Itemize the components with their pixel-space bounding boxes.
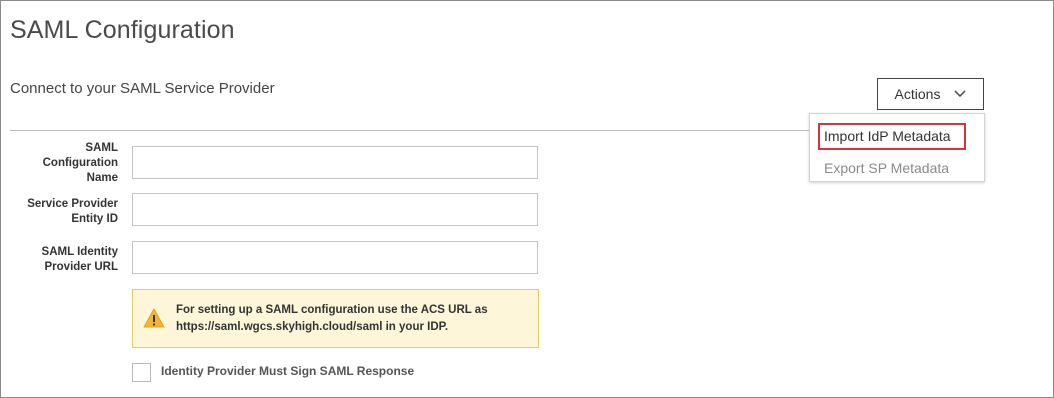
chevron-down-icon [954,90,966,98]
actions-button-label: Actions [894,86,941,102]
must-sign-saml-response-checkbox[interactable] [132,363,151,382]
saml-identity-provider-url-label: SAML Identity Provider URL [41,246,118,273]
saml-identity-provider-url-input[interactable] [132,241,538,274]
warning-icon [143,308,165,333]
section-subtitle: Connect to your SAML Service Provider [10,80,275,97]
menu-item-import-idp-metadata[interactable]: Import IdP Metadata [810,122,984,152]
saml-configuration-name-input[interactable] [132,146,538,179]
actions-button[interactable]: Actions [877,78,984,110]
service-provider-entity-id-input[interactable] [132,193,538,226]
menu-item-export-sp-metadata[interactable]: Export SP Metadata [810,156,984,180]
must-sign-saml-response-label: Identity Provider Must Sign SAML Respons… [161,364,415,378]
menu-item-label: Import IdP Metadata [824,128,951,144]
alert-message: For setting up a SAML configuration use … [176,304,488,333]
service-provider-entity-id-label: Service Provider Entity ID [27,198,118,225]
menu-item-label: Export SP Metadata [824,160,950,176]
page-title: SAML Configuration [10,16,235,44]
acs-url-info-alert: For setting up a SAML configuration use … [132,289,539,348]
saml-configuration-name-label: SAML Configuration Name [42,142,118,184]
section-divider [10,130,810,131]
actions-dropdown-menu: Import IdP Metadata Export SP Metadata [809,113,985,182]
